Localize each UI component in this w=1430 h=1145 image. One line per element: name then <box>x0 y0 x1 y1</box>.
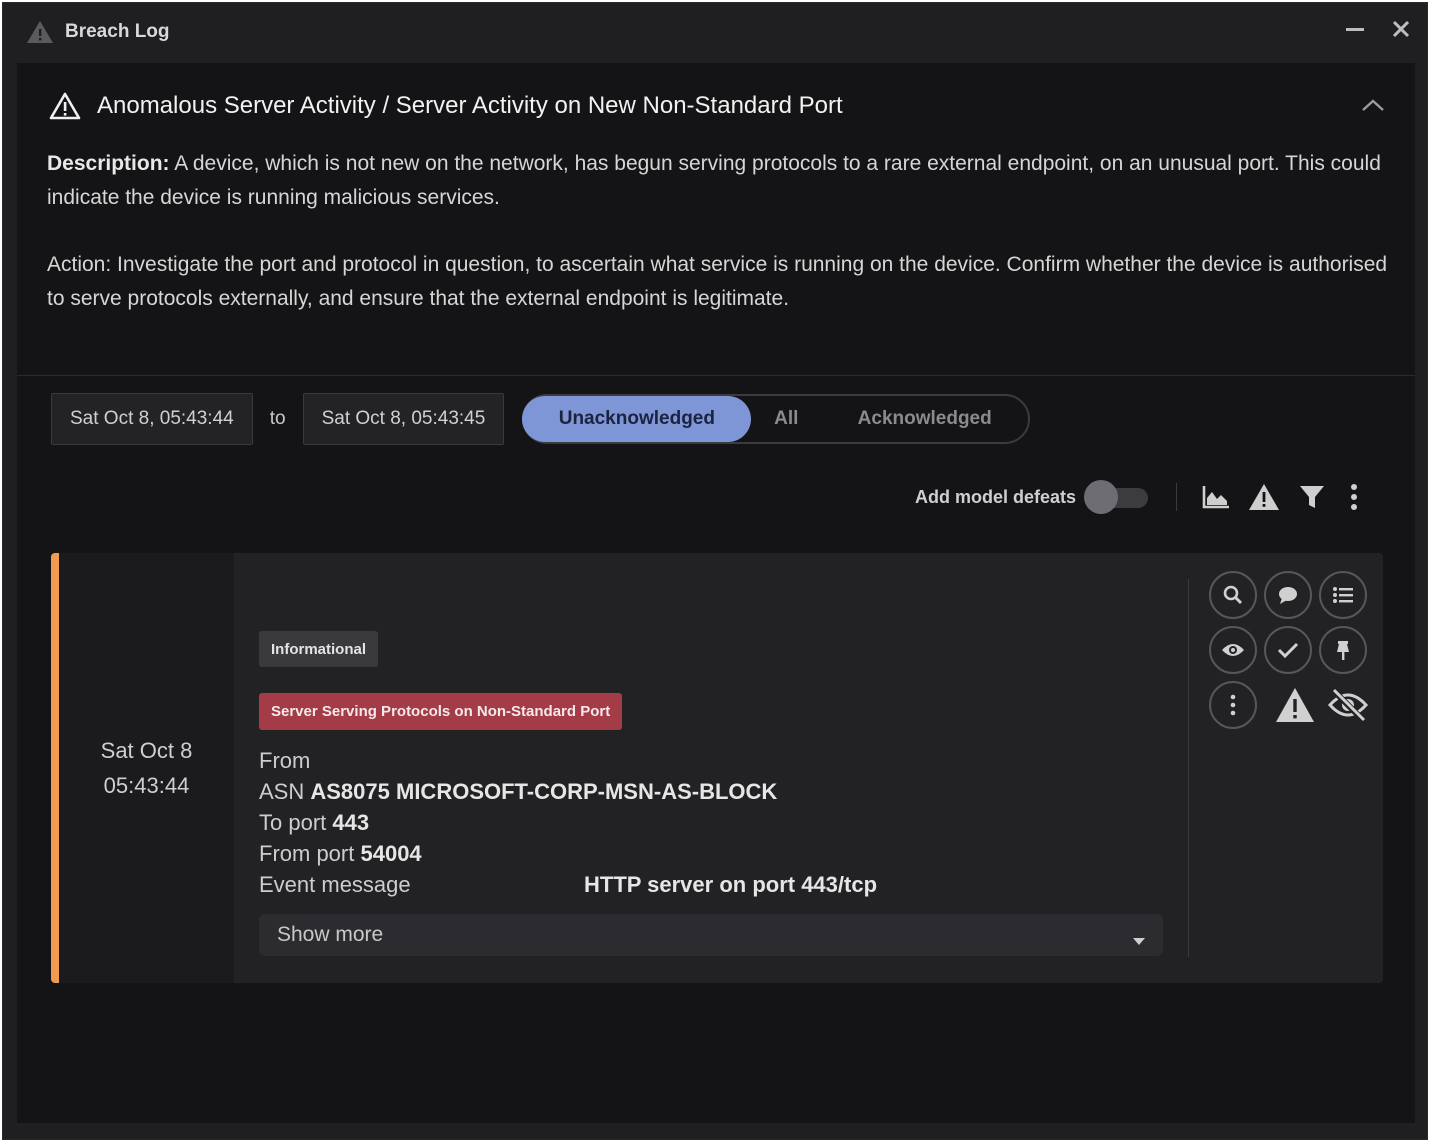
description-text: A device, which is not new on the networ… <box>47 152 1381 209</box>
tab-acknowledged[interactable]: Acknowledged <box>821 396 1028 442</box>
list-icon[interactable] <box>1319 571 1367 619</box>
watch-eye-icon[interactable] <box>1209 626 1257 674</box>
filter-row: Sat Oct 8, 05:43:44 to Sat Oct 8, 05:43:… <box>51 393 1031 445</box>
event-message-label: Event message <box>259 872 411 897</box>
actions-separator <box>1188 579 1189 957</box>
from-label: From <box>259 748 311 773</box>
event-message-row: Event message HTTP server on port 443/tcp <box>259 869 877 900</box>
action-text: Action: Investigate the port and protoco… <box>47 253 1388 310</box>
toggle-knob <box>1084 480 1118 514</box>
model-badge[interactable]: Server Serving Protocols on Non-Standard… <box>259 693 623 730</box>
breach-log-window: Breach Log Anomalous Server Activity / S… <box>2 2 1428 1140</box>
pin-icon[interactable] <box>1319 626 1367 674</box>
from-port-row: From port 54004 <box>259 838 777 869</box>
add-model-defeats-toggle[interactable] <box>1084 480 1150 514</box>
model-panel: Anomalous Server Activity / Server Activ… <box>17 63 1415 1123</box>
asn-value[interactable]: AS8075 MICROSOFT-CORP-MSN-AS-BLOCK <box>310 779 777 804</box>
show-more-button[interactable]: Show more <box>259 914 1163 956</box>
breach-card[interactable]: Sat Oct 8 05:43:44 Informational Server … <box>51 553 1383 983</box>
event-message-value: HTTP server on port 443/tcp <box>584 872 878 897</box>
breach-time: 05:43:44 <box>103 773 190 798</box>
from-port-value: 54004 <box>360 841 422 866</box>
minimize-icon[interactable] <box>1343 17 1367 41</box>
breach-timestamp: Sat Oct 8 05:43:44 <box>59 553 234 983</box>
chart-icon[interactable] <box>1199 480 1233 514</box>
more-vertical-icon[interactable] <box>1209 681 1257 729</box>
toolbar-separator <box>1176 483 1177 511</box>
description-label: Description: <box>47 152 170 175</box>
severity-accent-bar <box>51 553 59 983</box>
warning-icon[interactable] <box>1271 681 1319 729</box>
model-header: Anomalous Server Activity / Server Activ… <box>17 63 1415 375</box>
to-port-row: To port 443 <box>259 807 777 838</box>
description-paragraph: Description: A device, which is not new … <box>47 147 1397 215</box>
breach-date: Sat Oct 8 <box>100 738 193 763</box>
date-from-field[interactable]: Sat Oct 8, 05:43:44 <box>51 393 253 445</box>
to-label: to <box>269 408 286 429</box>
to-port-value: 443 <box>332 810 370 835</box>
model-title-row: Anomalous Server Activity / Server Activ… <box>49 91 843 121</box>
breach-details: Informational Server Serving Protocols o… <box>259 553 1189 983</box>
divider <box>17 375 1415 376</box>
window-controls <box>1343 17 1413 41</box>
warning-icon <box>49 91 81 121</box>
title-bar[interactable]: Breach Log <box>3 3 1427 61</box>
show-more-label: Show more <box>277 923 384 946</box>
close-icon[interactable] <box>1389 17 1413 41</box>
hide-eye-slash-icon[interactable] <box>1324 681 1372 729</box>
warning-icon[interactable] <box>1247 480 1281 514</box>
warning-triangle-icon <box>25 19 55 45</box>
window-title: Breach Log <box>65 21 170 42</box>
add-model-defeats-label: Add model defeats <box>914 486 1076 507</box>
model-title: Anomalous Server Activity / Server Activ… <box>97 92 843 119</box>
from-port-label: From port <box>259 841 355 866</box>
chevron-up-icon[interactable] <box>1359 95 1387 115</box>
filter-icon[interactable] <box>1295 480 1329 514</box>
more-vertical-icon[interactable] <box>1343 480 1365 514</box>
to-port-label: To port <box>259 810 327 835</box>
comment-icon[interactable] <box>1264 571 1312 619</box>
acknowledge-check-icon[interactable] <box>1264 626 1312 674</box>
breach-toolbar: Add model defeats <box>915 477 1365 517</box>
tab-unacknowledged[interactable]: Unacknowledged <box>522 396 752 442</box>
search-icon[interactable] <box>1209 571 1257 619</box>
severity-badge: Informational <box>259 631 379 667</box>
model-description: Description: A device, which is not new … <box>47 147 1397 316</box>
breach-fields: From ASN AS8075 MICROSOFT-CORP-MSN-AS-BL… <box>259 745 877 900</box>
asn-label: ASN <box>259 779 305 804</box>
asn-row: ASN AS8075 MICROSOFT-CORP-MSN-AS-BLOCK <box>259 776 777 807</box>
caret-down-icon <box>1131 929 1147 945</box>
tab-all[interactable]: All <box>751 396 821 442</box>
acknowledgement-filter: Unacknowledged All Acknowledged <box>522 394 1031 444</box>
date-to-field[interactable]: Sat Oct 8, 05:43:45 <box>302 393 505 445</box>
from-row: From <box>259 745 777 776</box>
